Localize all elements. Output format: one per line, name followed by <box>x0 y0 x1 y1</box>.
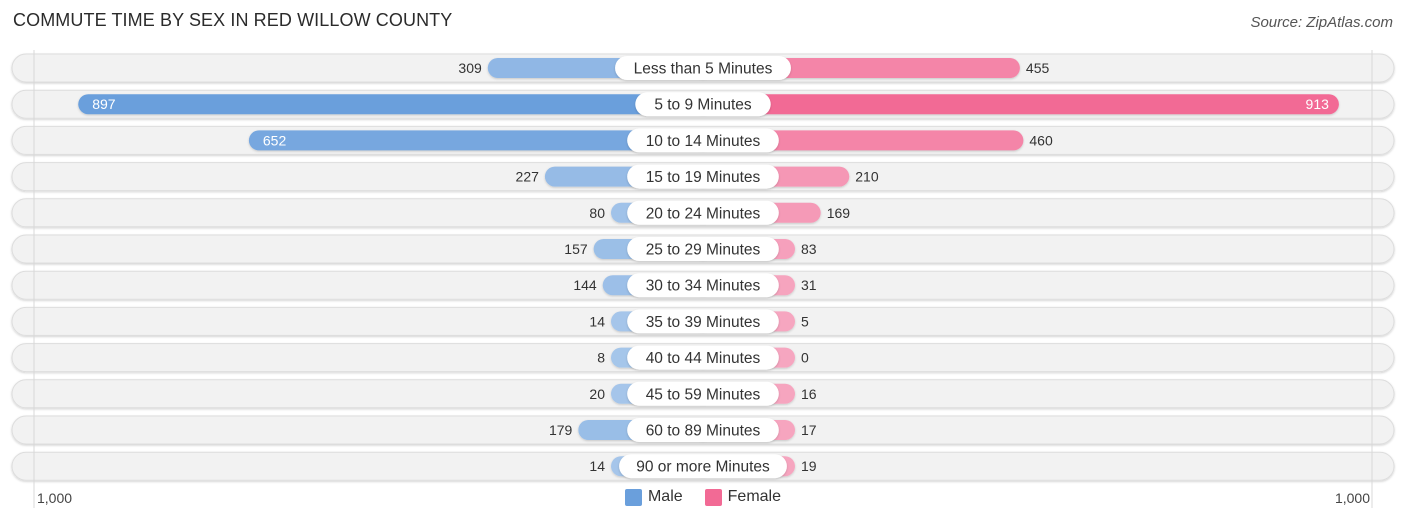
value-label-female: 169 <box>827 205 851 221</box>
category-label: 40 to 44 Minutes <box>646 350 761 367</box>
value-label-female: 19 <box>801 458 817 474</box>
value-label-female: 0 <box>801 350 809 366</box>
value-label-male: 80 <box>589 205 605 221</box>
category-label: 60 to 89 Minutes <box>646 423 761 440</box>
legend-label-female: Female <box>727 488 782 505</box>
value-label-female: 16 <box>801 386 817 402</box>
value-label-male: 309 <box>458 60 482 76</box>
category-label: 25 to 29 Minutes <box>646 242 761 259</box>
legend-swatch-female <box>704 488 722 506</box>
legend-label-male: Male <box>647 488 683 505</box>
value-label-female: 210 <box>855 169 879 185</box>
value-label-female: 31 <box>801 277 817 293</box>
category-label: 30 to 34 Minutes <box>646 278 761 295</box>
value-label-male: 8 <box>597 350 605 366</box>
category-label: 5 to 9 Minutes <box>654 97 752 114</box>
value-label-male: 20 <box>589 386 605 402</box>
bar-female <box>693 94 1339 115</box>
value-label-male: 227 <box>516 169 540 185</box>
value-label-male: 897 <box>92 96 116 112</box>
category-label: 20 to 24 Minutes <box>646 205 761 222</box>
value-label-female: 17 <box>801 422 817 438</box>
value-label-male: 14 <box>589 313 605 329</box>
legend: Male Female <box>0 488 1406 506</box>
value-label-male: 652 <box>263 132 287 148</box>
value-label-female: 455 <box>1026 60 1050 76</box>
category-label: 90 or more Minutes <box>636 459 770 476</box>
value-label-male: 179 <box>549 422 573 438</box>
category-label: 35 to 39 Minutes <box>646 314 761 331</box>
commute-chart: Less than 5 Minutes 309 455 5 to 9 Minutes 8… <box>11 50 1395 508</box>
value-label-female: 5 <box>801 313 809 329</box>
category-label: 15 to 19 Minutes <box>646 169 761 186</box>
legend-swatch-male <box>624 488 642 506</box>
legend-item-male[interactable]: Male <box>624 488 683 506</box>
category-label: Less than 5 Minutes <box>634 61 773 78</box>
category-label: 45 to 59 Minutes <box>646 386 761 403</box>
value-label-male: 144 <box>573 277 597 293</box>
legend-item-female[interactable]: Female <box>704 488 782 506</box>
value-label-male: 14 <box>589 458 605 474</box>
category-label: 10 to 14 Minutes <box>646 133 761 150</box>
bar-male <box>78 94 713 115</box>
value-label-female: 460 <box>1029 132 1053 148</box>
value-label-male: 157 <box>564 241 588 257</box>
value-label-female: 913 <box>1306 96 1330 112</box>
value-label-female: 83 <box>801 241 817 257</box>
